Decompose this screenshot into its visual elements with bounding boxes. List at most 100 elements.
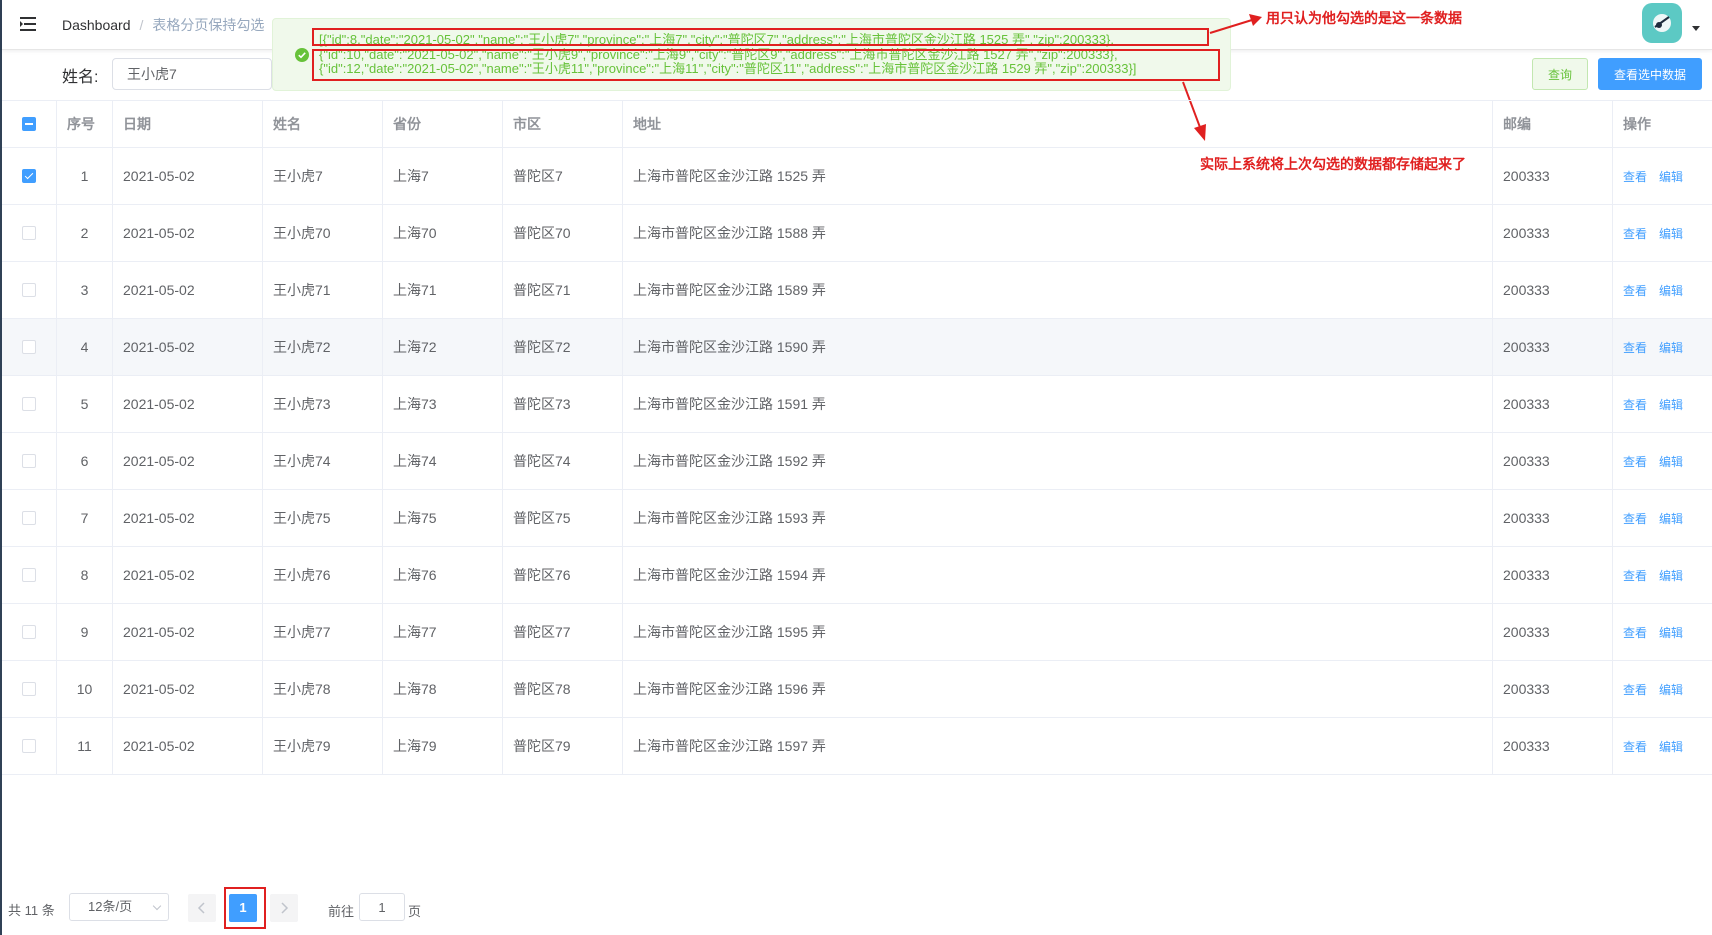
header-index: 序号 — [57, 101, 113, 147]
index-cell: 4 — [57, 319, 113, 375]
index-cell: 11 — [57, 718, 113, 774]
edit-link[interactable]: 编辑 — [1659, 168, 1683, 185]
edit-link[interactable]: 编辑 — [1659, 624, 1683, 641]
header-city: 市区 — [503, 101, 623, 147]
zip-cell: 200333 — [1493, 262, 1613, 318]
date-cell: 2021-05-02 — [113, 718, 263, 774]
edit-link[interactable]: 编辑 — [1659, 453, 1683, 470]
row-checkbox[interactable] — [22, 454, 36, 468]
date-cell: 2021-05-02 — [113, 433, 263, 489]
edit-link[interactable]: 编辑 — [1659, 738, 1683, 755]
header-province: 省份 — [383, 101, 503, 147]
zip-cell: 200333 — [1493, 376, 1613, 432]
view-link[interactable]: 查看 — [1623, 282, 1647, 299]
edit-link[interactable]: 编辑 — [1659, 339, 1683, 356]
goto-label: 前往 — [328, 904, 355, 919]
city-cell: 普陀区72 — [503, 319, 623, 375]
province-cell: 上海71 — [383, 262, 503, 318]
city-cell: 普陀区70 — [503, 205, 623, 261]
table-row: 5 2021-05-02 王小虎73 上海73 普陀区73 上海市普陀区金沙江路 1591… — [2, 376, 1712, 433]
name-cell: 王小虎79 — [263, 718, 383, 774]
zip-cell: 200333 — [1493, 604, 1613, 660]
row-checkbox[interactable] — [22, 568, 36, 582]
edit-link[interactable]: 编辑 — [1659, 681, 1683, 698]
index-cell: 2 — [57, 205, 113, 261]
annotation-note-top: 用只认为他勾选的是这一条数据 — [1266, 10, 1462, 26]
edit-link[interactable]: 编辑 — [1659, 225, 1683, 242]
success-check-icon — [295, 48, 309, 62]
address-cell: 上海市普陀区金沙江路 1592 弄 — [623, 433, 1493, 489]
chevron-right-icon — [281, 902, 289, 914]
table-row: 6 2021-05-02 王小虎74 上海74 普陀区74 上海市普陀区金沙江路 1592… — [2, 433, 1712, 490]
edit-link[interactable]: 编辑 — [1659, 282, 1683, 299]
header-zip: 邮编 — [1493, 101, 1613, 147]
row-checkbox[interactable] — [22, 682, 36, 696]
city-cell: 普陀区71 — [503, 262, 623, 318]
view-link[interactable]: 查看 — [1623, 738, 1647, 755]
table-row: 1 2021-05-02 王小虎7 上海7 普陀区7 上海市普陀区金沙江路 1525 弄2… — [2, 148, 1712, 205]
address-cell: 上海市普陀区金沙江路 1597 弄 — [623, 718, 1493, 774]
page-size-select[interactable]: 12条/页 — [69, 893, 169, 921]
view-link[interactable]: 查看 — [1623, 567, 1647, 584]
city-cell: 普陀区73 — [503, 376, 623, 432]
index-cell: 9 — [57, 604, 113, 660]
prev-page-button[interactable] — [188, 894, 216, 922]
avatar[interactable] — [1642, 3, 1682, 43]
operations-cell: 查看 编辑 — [1613, 205, 1712, 261]
name-search-input[interactable] — [112, 58, 272, 90]
city-cell: 普陀区7 — [503, 148, 623, 204]
view-link[interactable]: 查看 — [1623, 510, 1647, 527]
header-date: 日期 — [113, 101, 263, 147]
view-link[interactable]: 查看 — [1623, 453, 1647, 470]
operations-cell: 查看 编辑 — [1613, 661, 1712, 717]
row-checkbox[interactable] — [22, 226, 36, 240]
select-cell — [2, 718, 57, 774]
row-checkbox[interactable] — [22, 739, 36, 753]
view-link[interactable]: 查看 — [1623, 225, 1647, 242]
name-label: 姓名: — [62, 69, 99, 86]
chevron-left-icon — [197, 902, 205, 914]
page-number-button[interactable]: 1 — [229, 894, 257, 922]
row-checkbox[interactable] — [22, 283, 36, 297]
hamburger-icon[interactable] — [18, 13, 40, 35]
edit-link[interactable]: 编辑 — [1659, 396, 1683, 413]
row-checkbox[interactable] — [22, 340, 36, 354]
name-cell: 王小虎70 — [263, 205, 383, 261]
edit-link[interactable]: 编辑 — [1659, 510, 1683, 527]
select-cell — [2, 547, 57, 603]
view-selected-button[interactable]: 查看选中数据 — [1598, 58, 1702, 90]
header-name: 姓名 — [263, 101, 383, 147]
annotation-box-stored-records — [312, 49, 1220, 81]
address-cell: 上海市普陀区金沙江路 1591 弄 — [623, 376, 1493, 432]
breadcrumb-home[interactable]: Dashboard — [62, 17, 131, 33]
province-cell: 上海77 — [383, 604, 503, 660]
select-cell — [2, 661, 57, 717]
query-button[interactable]: 查询 — [1532, 58, 1588, 90]
table-row: 7 2021-05-02 王小虎75 上海75 普陀区75 上海市普陀区金沙江路 1593… — [2, 490, 1712, 547]
table-row: 11 2021-05-02 王小虎79 上海79 普陀区79 上海市普陀区金沙江路 159… — [2, 718, 1712, 775]
header-operations: 操作 — [1623, 116, 1651, 132]
view-link[interactable]: 查看 — [1623, 624, 1647, 641]
row-checkbox[interactable] — [22, 397, 36, 411]
name-cell: 王小虎77 — [263, 604, 383, 660]
view-link[interactable]: 查看 — [1623, 168, 1647, 185]
caret-down-icon[interactable] — [1692, 26, 1700, 31]
index-cell: 10 — [57, 661, 113, 717]
next-page-button[interactable] — [270, 894, 298, 922]
row-checkbox[interactable] — [22, 625, 36, 639]
address-cell: 上海市普陀区金沙江路 1593 弄 — [623, 490, 1493, 546]
select-all-checkbox[interactable] — [22, 117, 36, 131]
goto-page-input[interactable] — [359, 893, 405, 921]
view-link[interactable]: 查看 — [1623, 396, 1647, 413]
zip-cell: 200333 — [1493, 718, 1613, 774]
name-cell: 王小虎7 — [263, 148, 383, 204]
view-link[interactable]: 查看 — [1623, 339, 1647, 356]
view-link[interactable]: 查看 — [1623, 681, 1647, 698]
row-checkbox[interactable] — [22, 511, 36, 525]
table-row: 2 2021-05-02 王小虎70 上海70 普陀区70 上海市普陀区金沙江路 1588… — [2, 205, 1712, 262]
zip-cell: 200333 — [1493, 319, 1613, 375]
row-checkbox[interactable] — [22, 169, 36, 183]
edit-link[interactable]: 编辑 — [1659, 567, 1683, 584]
date-cell: 2021-05-02 — [113, 319, 263, 375]
select-cell — [2, 490, 57, 546]
